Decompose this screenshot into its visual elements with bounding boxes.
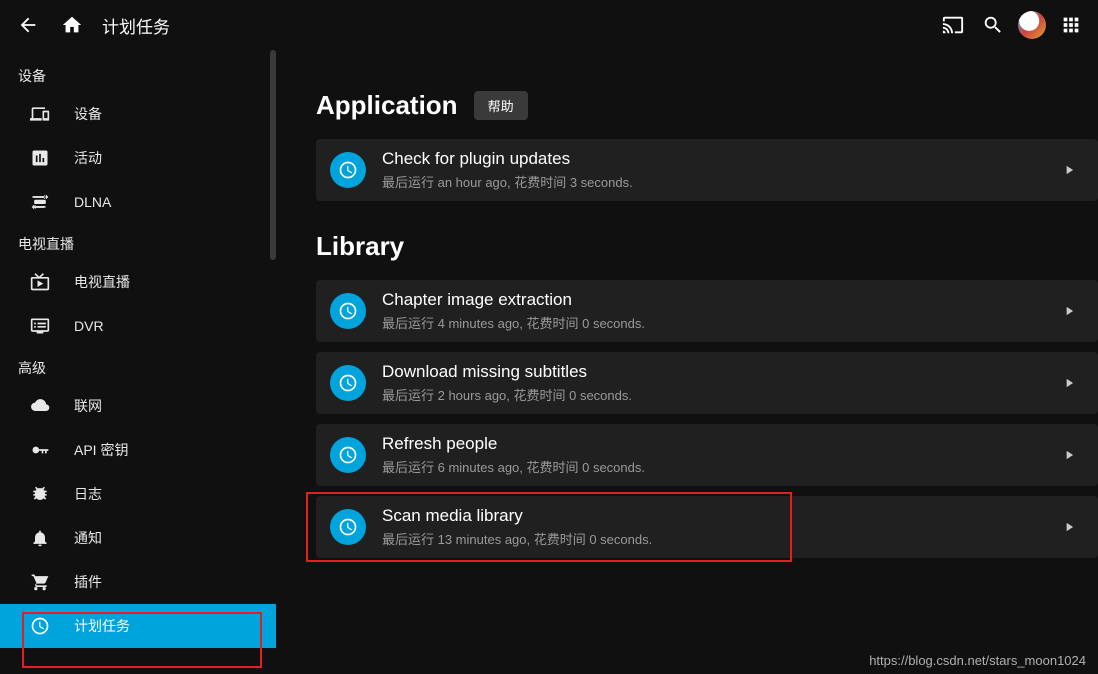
livetv-icon	[28, 270, 52, 294]
sidebar-item-schedule[interactable]: 计划任务	[0, 604, 276, 648]
apps-button[interactable]	[1056, 10, 1086, 40]
arrow-back-icon	[17, 14, 39, 36]
back-button[interactable]	[8, 5, 48, 45]
section-heading: Library	[316, 231, 404, 262]
task-subtitle: 最后运行 2 hours ago, 花费时间 0 seconds.	[382, 385, 1054, 404]
search-button[interactable]	[978, 10, 1008, 40]
run-task-button[interactable]	[1054, 520, 1084, 534]
task-item[interactable]: Download missing subtitles 最后运行 2 hours a…	[316, 352, 1098, 414]
bug-icon	[28, 482, 52, 506]
sidebar-item-devices[interactable]: 设备	[0, 92, 276, 136]
header: 计划任务	[0, 0, 1098, 50]
cast-icon	[942, 14, 964, 36]
task-subtitle: 最后运行 4 minutes ago, 花费时间 0 seconds.	[382, 313, 1054, 332]
task-title: Check for plugin updates	[382, 149, 1054, 169]
run-task-button[interactable]	[1054, 448, 1084, 462]
schedule-icon	[330, 509, 366, 545]
sidebar-item-label: 计划任务	[74, 616, 130, 636]
task-item[interactable]: Refresh people 最后运行 6 minutes ago, 花费时间 0…	[316, 424, 1098, 486]
sidebar-item-label: 日志	[74, 484, 102, 504]
task-title: Scan media library	[382, 506, 1054, 526]
page-title: 计划任务	[102, 13, 170, 38]
task-subtitle: 最后运行 an hour ago, 花费时间 3 seconds.	[382, 172, 1054, 191]
run-task-button[interactable]	[1054, 376, 1084, 390]
activity-icon	[28, 146, 52, 170]
sidebar-item-dvr[interactable]: DVR	[0, 304, 276, 348]
sidebar-item-label: 插件	[74, 572, 102, 592]
bell-icon	[28, 526, 52, 550]
run-task-button[interactable]	[1054, 163, 1084, 177]
task-title: Download missing subtitles	[382, 362, 1054, 382]
dlna-icon	[28, 190, 52, 214]
sidebar-item-dlna[interactable]: DLNA	[0, 180, 276, 224]
sidebar-item-label: 电视直播	[74, 272, 130, 292]
sidebar-item-key[interactable]: API 密钥	[0, 428, 276, 472]
watermark: https://blog.csdn.net/stars_moon1024	[869, 653, 1086, 668]
sidebar-item-cart[interactable]: 插件	[0, 560, 276, 604]
sidebar-section-title: 电视直播	[0, 224, 276, 260]
sidebar-item-label: 联网	[74, 396, 102, 416]
play-icon	[1062, 304, 1076, 318]
schedule-icon	[330, 437, 366, 473]
key-icon	[28, 438, 52, 462]
user-avatar[interactable]	[1018, 11, 1046, 39]
sidebar-section-title: 高级	[0, 348, 276, 384]
sidebar-item-label: DVR	[74, 318, 104, 334]
sidebar-section-title: 设备	[0, 56, 276, 92]
task-item[interactable]: Scan media library 最后运行 13 minutes ago, 花…	[316, 496, 1098, 558]
home-button[interactable]	[52, 5, 92, 45]
task-item[interactable]: Check for plugin updates 最后运行 an hour ago…	[316, 139, 1098, 201]
sidebar-item-bug[interactable]: 日志	[0, 472, 276, 516]
sidebar-item-label: 活动	[74, 148, 102, 168]
task-subtitle: 最后运行 6 minutes ago, 花费时间 0 seconds.	[382, 457, 1054, 476]
sidebar-item-bell[interactable]: 通知	[0, 516, 276, 560]
sidebar-item-label: DLNA	[74, 194, 111, 210]
search-icon	[982, 14, 1004, 36]
content: Application 帮助 Check for plugin updates 最后运…	[276, 50, 1098, 674]
task-title: Refresh people	[382, 434, 1054, 454]
cart-icon	[28, 570, 52, 594]
play-icon	[1062, 448, 1076, 462]
section-heading: Application	[316, 90, 458, 121]
sidebar-item-activity[interactable]: 活动	[0, 136, 276, 180]
sidebar-item-label: API 密钥	[74, 440, 128, 460]
schedule-icon	[330, 152, 366, 188]
schedule-icon	[28, 614, 52, 638]
play-icon	[1062, 520, 1076, 534]
schedule-icon	[330, 293, 366, 329]
cloud-icon	[28, 394, 52, 418]
sidebar-item-cloud[interactable]: 联网	[0, 384, 276, 428]
task-subtitle: 最后运行 13 minutes ago, 花费时间 0 seconds.	[382, 529, 1054, 548]
sidebar-item-livetv[interactable]: 电视直播	[0, 260, 276, 304]
run-task-button[interactable]	[1054, 304, 1084, 318]
schedule-icon	[330, 365, 366, 401]
home-icon	[61, 14, 83, 36]
sidebar-item-label: 设备	[74, 104, 102, 124]
dvr-icon	[28, 314, 52, 338]
help-button[interactable]: 帮助	[474, 91, 528, 120]
devices-icon	[28, 102, 52, 126]
apps-icon	[1060, 14, 1082, 36]
sidebar-item-label: 通知	[74, 528, 102, 548]
sidebar: 设备设备活动DLNA电视直播电视直播DVR高级联网API 密钥日志通知插件计划任…	[0, 50, 276, 674]
play-icon	[1062, 376, 1076, 390]
task-title: Chapter image extraction	[382, 290, 1054, 310]
cast-button[interactable]	[938, 10, 968, 40]
play-icon	[1062, 163, 1076, 177]
task-item[interactable]: Chapter image extraction 最后运行 4 minutes a…	[316, 280, 1098, 342]
